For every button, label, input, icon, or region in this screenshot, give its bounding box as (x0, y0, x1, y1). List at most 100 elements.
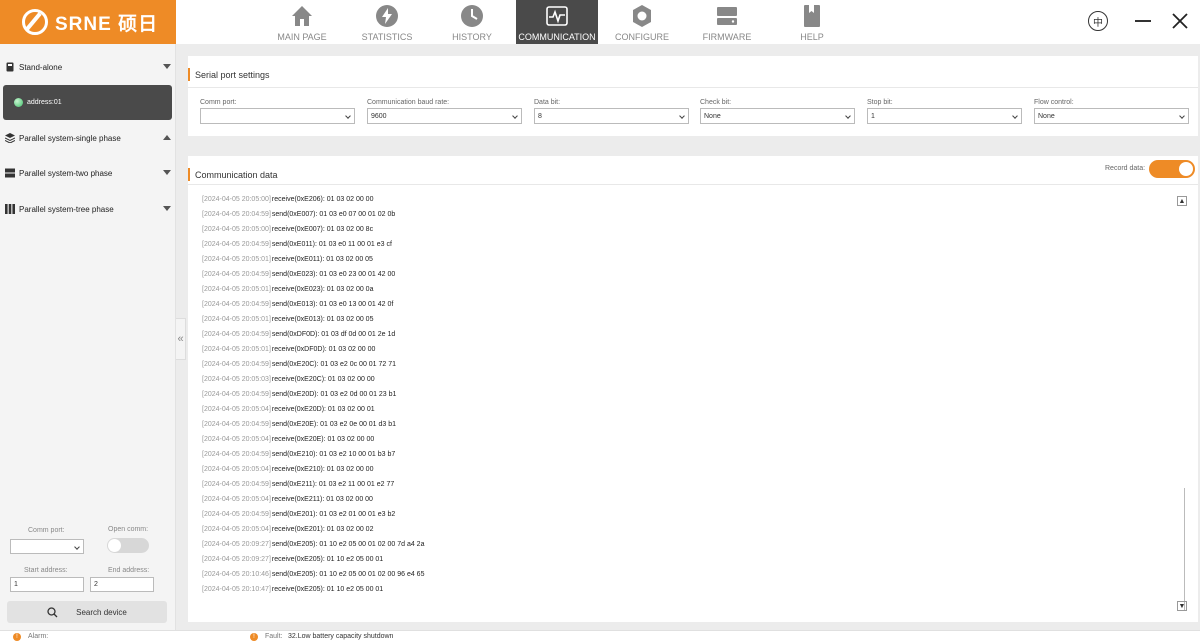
log-timestamp: [2024-04-05 20:04:59] (202, 331, 271, 338)
nav-label: HISTORY (452, 32, 492, 42)
log-message: receive(0xE211): 01 03 02 00 00 (271, 496, 373, 503)
nav-help[interactable]: HELP (771, 0, 853, 44)
baud-rate-field[interactable]: 9600 (367, 108, 522, 124)
sidebar-item-parallel-three[interactable]: Parallel system-tree phase (0, 194, 176, 224)
end-address-input[interactable]: 2 (90, 577, 154, 592)
log-line: [2024-04-05 20:04:59] send(0xE20E): 01 03… (202, 417, 1162, 432)
record-data-label: Record data: (1105, 165, 1146, 172)
address-label: address:01 (27, 99, 62, 106)
log-line: [2024-04-05 20:05:03] receive(0xE20C): 01… (202, 372, 1162, 387)
start-address-value: 1 (14, 581, 18, 588)
log-message: send(0xE007): 01 03 e0 07 00 01 02 0b (271, 211, 396, 218)
minimize-button[interactable] (1135, 20, 1151, 22)
nav-main-page[interactable]: MAIN PAGE (261, 0, 343, 44)
open-comm-toggle[interactable] (107, 538, 149, 553)
log-line: [2024-04-05 20:09:27] receive(0xE205): 01… (202, 552, 1162, 567)
scroll-down-button[interactable]: ▼ (1177, 601, 1187, 611)
status-bar: ! Alarm: ! Fault: 32.Low battery capacit… (0, 630, 1200, 643)
sidebar-item-label: Parallel system-single phase (19, 133, 121, 143)
communication-panel: Communication data Record data: [2024-04… (188, 156, 1198, 622)
record-data-toggle[interactable] (1149, 160, 1195, 178)
log-line: [2024-04-05 20:04:59] send(0xE210): 01 03… (202, 447, 1162, 462)
sidebar-item-parallel-two[interactable]: Parallel system-two phase (0, 158, 176, 188)
log-line: [2024-04-05 20:05:04] receive(0xE211): 01… (202, 492, 1162, 507)
serial-port-panel: Serial port settings Comm port: Communic… (188, 56, 1198, 136)
data-bit-field[interactable]: 8 (534, 108, 689, 124)
double-chevron-left-icon: « (177, 333, 184, 345)
log-message: receive(0xE007): 01 03 02 00 8c (271, 226, 374, 233)
log-timestamp: [2024-04-05 20:05:04] (202, 436, 271, 443)
log-line: [2024-04-05 20:04:59] send(0xE007): 01 03… (202, 207, 1162, 222)
communication-log[interactable]: [2024-04-05 20:05:00] receive(0xE206): 01… (202, 192, 1162, 612)
log-message: send(0xE20E): 01 03 e2 0e 00 01 d3 b1 (271, 421, 397, 428)
log-timestamp: [2024-04-05 20:04:59] (202, 301, 271, 308)
fault-label: Fault: (265, 633, 283, 640)
chevron-down-icon (163, 206, 171, 211)
log-line: [2024-04-05 20:05:04] receive(0xE201): 01… (202, 522, 1162, 537)
check-bit-field[interactable]: None (700, 108, 855, 124)
comm-port-field[interactable] (200, 108, 355, 124)
search-device-label: Search device (76, 607, 127, 617)
comm-port-label: Comm port: (28, 527, 65, 534)
fault-icon: ! (250, 633, 258, 641)
nav-firmware[interactable]: FIRMWARE (686, 0, 768, 44)
log-timestamp: [2024-04-05 20:05:00] (202, 226, 271, 233)
clock-icon (461, 5, 483, 27)
chevron-down-icon (679, 113, 685, 119)
chevron-up-icon (163, 135, 171, 140)
field-label: Data bit: (534, 99, 561, 106)
scroll-up-button[interactable]: ▲ (1177, 196, 1187, 206)
log-line: [2024-04-05 20:05:00] receive(0xE206): 01… (202, 192, 1162, 207)
log-message: receive(0xE210): 01 03 02 00 00 (271, 466, 374, 473)
log-timestamp: [2024-04-05 20:04:59] (202, 361, 271, 368)
collapse-sidebar-button[interactable]: « (176, 318, 186, 360)
address-item[interactable]: address:01 (3, 85, 172, 120)
sidebar-item-label: Parallel system-two phase (19, 168, 113, 178)
nav-history[interactable]: HISTORY (431, 0, 513, 44)
log-timestamp: [2024-04-05 20:04:59] (202, 241, 271, 248)
log-timestamp: [2024-04-05 20:05:04] (202, 526, 271, 533)
comm-port-select[interactable] (10, 539, 84, 554)
nav-label: COMMUNICATION (518, 32, 596, 42)
log-message: receive(0xE20D): 01 03 02 00 01 (271, 406, 375, 413)
close-icon[interactable] (1171, 12, 1189, 30)
log-timestamp: [2024-04-05 20:05:04] (202, 406, 271, 413)
nav-statistics[interactable]: STATISTICS (346, 0, 428, 44)
communication-title: Communication data (188, 168, 278, 181)
field-label: Communication baud rate: (367, 99, 450, 106)
log-timestamp: [2024-04-05 20:05:03] (202, 376, 271, 383)
nav-configure[interactable]: CONFIGURE (601, 0, 683, 44)
scrollbar-thumb[interactable] (1184, 488, 1185, 610)
log-timestamp: [2024-04-05 20:04:59] (202, 211, 271, 218)
log-line: [2024-04-05 20:04:59] send(0xE201): 01 03… (202, 507, 1162, 522)
log-line: [2024-04-05 20:09:27] send(0xE205): 01 10… (202, 537, 1162, 552)
sidebar-item-stand-alone[interactable]: Stand-alone (0, 52, 176, 82)
book-icon (804, 5, 820, 27)
search-icon (47, 606, 58, 617)
end-address-value: 2 (94, 581, 98, 588)
log-message: receive(0xE205): 01 10 e2 05 00 01 (271, 556, 384, 563)
field-value: 8 (538, 112, 542, 120)
log-message: send(0xE205): 01 10 e2 05 00 01 02 00 7d… (271, 541, 425, 548)
bolt-icon (376, 5, 398, 27)
nav-label: CONFIGURE (615, 32, 669, 42)
stop-bit-field[interactable]: 1 (867, 108, 1022, 124)
end-address-label: End address: (108, 567, 150, 574)
flow-control-field[interactable]: None (1034, 108, 1189, 124)
log-message: receive(0xE013): 01 03 02 00 05 (271, 316, 374, 323)
log-message: receive(0xE023): 01 03 02 00 0a (271, 286, 374, 293)
log-line: [2024-04-05 20:05:00] receive(0xE007): 01… (202, 222, 1162, 237)
sidebar-item-parallel-single[interactable]: Parallel system-single phase (0, 123, 176, 153)
log-line: [2024-04-05 20:04:59] send(0xE211): 01 03… (202, 477, 1162, 492)
gear-icon (633, 5, 651, 27)
field-value: None (1038, 112, 1055, 120)
chevron-down-icon (74, 544, 80, 550)
start-address-input[interactable]: 1 (10, 577, 84, 592)
language-button[interactable]: 中 (1088, 11, 1108, 31)
status-dot-icon (14, 98, 23, 107)
log-line: [2024-04-05 20:05:01] receive(0xDF0D): 01… (202, 342, 1162, 357)
log-line: [2024-04-05 20:05:01] receive(0xE011): 01… (202, 252, 1162, 267)
search-device-button[interactable]: Search device (7, 601, 167, 623)
nav-communication[interactable]: COMMUNICATION (516, 0, 598, 44)
open-comm-label: Open comm: (108, 526, 149, 533)
